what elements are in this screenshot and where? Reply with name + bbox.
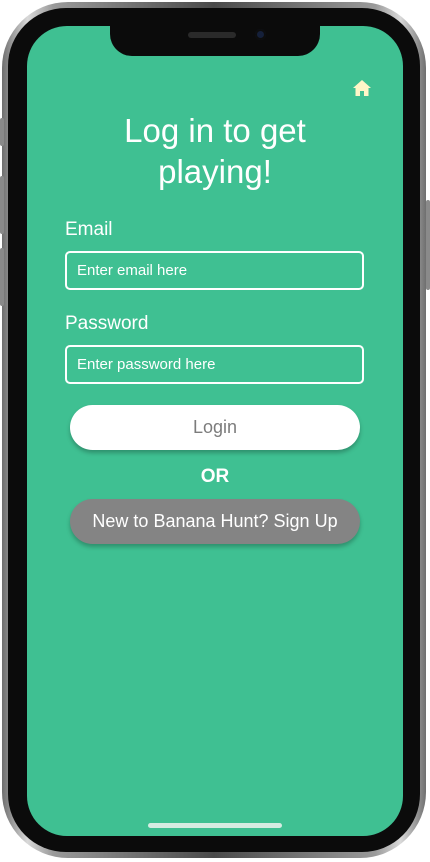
signup-button[interactable]: New to Banana Hunt? Sign Up [70, 499, 360, 544]
power-button [426, 200, 430, 290]
volume-up-button [0, 176, 4, 234]
front-camera [255, 29, 266, 40]
speaker [188, 32, 236, 38]
home-button[interactable] [352, 78, 372, 98]
or-divider-text: OR [200, 466, 230, 487]
volume-down-button [0, 248, 4, 306]
page-title-text: Log in to get playing! [124, 112, 306, 190]
password-label: Password [65, 313, 149, 334]
login-button[interactable]: Login [70, 405, 360, 450]
home-icon [353, 80, 371, 96]
mute-switch [0, 118, 4, 146]
password-field[interactable] [65, 345, 364, 384]
email-field[interactable] [65, 251, 364, 290]
home-indicator[interactable] [148, 823, 282, 828]
notch [110, 26, 320, 56]
phone-device: Log in to get playing! Email Password Lo… [0, 0, 430, 862]
email-label: Email [65, 219, 113, 240]
page-title: Log in to get playing! [27, 110, 403, 192]
